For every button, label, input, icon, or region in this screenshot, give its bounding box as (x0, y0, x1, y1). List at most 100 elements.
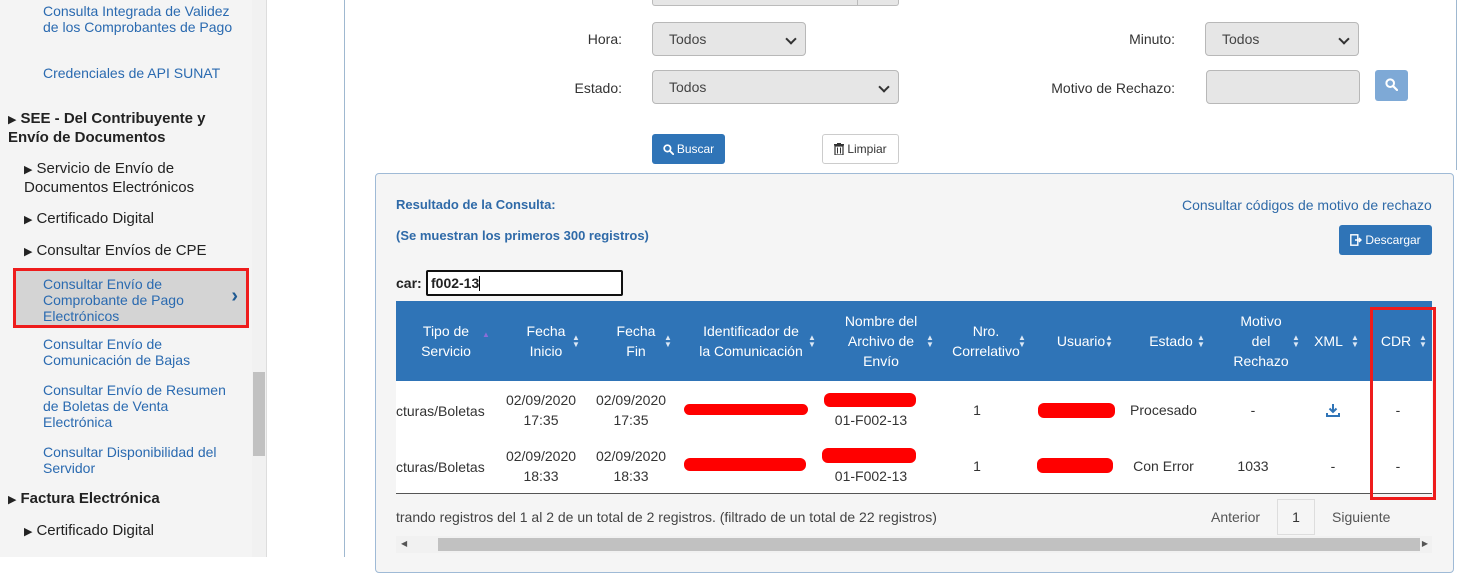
chevron-right-icon: › (231, 285, 238, 307)
sort-icon: ▲ ▼ (1197, 333, 1205, 349)
caret-right-icon: ▶ (24, 214, 33, 226)
caret-right-icon: ▶ (24, 164, 33, 176)
minuto-label: Minuto: (1129, 31, 1175, 47)
column-header-label: Motivo del Rechazo (1233, 313, 1289, 369)
cell-fecha-inicio: 02/09/2020 17:35 (496, 390, 586, 430)
results-subtitle: (Se muestran los primeros 300 registros) (396, 228, 649, 243)
table-body: cturas/Boletas 02/09/2020 17:35 02/09/20… (396, 381, 1432, 494)
cell-xml: - (1330, 458, 1336, 474)
sort-icon: ▲ ▼ (572, 333, 580, 349)
sidebar-scrollbar[interactable] (252, 0, 267, 557)
buscar-button[interactable]: Buscar (652, 134, 725, 164)
table-header: Tipo de Servicio ▲ Fecha Inicio ▲ ▼ Fecha… (396, 301, 1432, 381)
column-header-motivo[interactable]: Motivo del Rechazo ▲ ▼ (1221, 301, 1301, 381)
cell-fecha-inicio: 02/09/2020 18:33 (496, 446, 586, 486)
search-icon (663, 144, 674, 156)
sort-icon: ▲ ▼ (1292, 333, 1300, 349)
sidebar-item-certificado[interactable]: ▶ Certificado Digital (24, 210, 244, 229)
limpiar-button[interactable]: Limpiar (822, 134, 899, 164)
column-header-identificador[interactable]: Identificador de la Comunicación ▲ ▼ (686, 301, 816, 381)
motivo-search-button[interactable] (1375, 70, 1408, 101)
cell-tipo: cturas/Boletas (396, 403, 485, 419)
column-header-label: Identificador de la Comunicación (699, 323, 803, 359)
sidebar-section-factura[interactable]: ▶ Factura Electrónica (8, 490, 223, 509)
redacted-usuario (1037, 458, 1113, 473)
column-header-label: Fecha Inicio (526, 323, 566, 359)
column-header-correlativo[interactable]: Nro. Correlativo ▲ ▼ (941, 301, 1031, 381)
limpiar-button-label: Limpiar (847, 142, 887, 156)
redacted-usuario (1038, 403, 1115, 418)
codes-link[interactable]: Consultar códigos de motivo de rechazo (1182, 197, 1432, 213)
column-header-estado[interactable]: Estado ▲ ▼ (1131, 301, 1211, 381)
cell-motivo: - (1250, 402, 1256, 418)
column-header-usuario[interactable]: Usuario ▲ ▼ (1041, 301, 1121, 381)
sidebar-link-validez[interactable]: Consulta Integrada de Validez de los Com… (43, 3, 233, 35)
table-info: trando registros del 1 al 2 de un total … (396, 509, 937, 525)
table-search-value: f002-13 (431, 275, 480, 291)
sidebar-scrollbar-thumb[interactable] (253, 372, 265, 456)
cell-fecha-fin: 02/09/2020 18:33 (586, 446, 676, 486)
sidebar-link-credenciales[interactable]: Credenciales de API SUNAT (43, 65, 233, 81)
cell-estado: Con Error (1133, 458, 1194, 474)
caret-right-icon: ▶ (24, 526, 33, 538)
scroll-left-icon[interactable]: ◀ (401, 539, 407, 548)
descargar-button[interactable]: Descargar (1339, 225, 1432, 255)
panel-border-right (1456, 0, 1457, 170)
scroll-right-icon[interactable]: ▶ (1422, 539, 1428, 548)
cdr-column-highlight (1370, 307, 1436, 500)
column-header-fecha-fin[interactable]: Fecha Fin ▲ ▼ (596, 301, 676, 381)
motivo-rechazo-input[interactable] (1206, 70, 1360, 104)
caret-right-icon: ▶ (8, 494, 17, 506)
sidebar-section-factura-label: Factura Electrónica (20, 490, 160, 507)
cell-time: 18:33 (613, 468, 649, 484)
column-header-label: Fecha Fin (616, 323, 656, 359)
cell-date: 02/09/2020 (505, 448, 577, 464)
download-icon (1326, 404, 1340, 417)
sidebar-item-consultar-envios-label: Consultar Envíos de CPE (36, 242, 207, 259)
hora-label: Hora: (587, 31, 622, 47)
column-header-fecha-inicio[interactable]: Fecha Inicio ▲ ▼ (506, 301, 586, 381)
pager-next[interactable]: Siguiente (1332, 509, 1390, 525)
cell-time: 17:35 (523, 412, 559, 428)
sort-icon: ▲ ▼ (664, 333, 672, 349)
column-header-label: Tipo de Servicio (421, 323, 471, 359)
column-header-xml[interactable]: XML ▲ ▼ (1306, 301, 1361, 381)
sidebar-item-active[interactable]: Consultar Envío de Comprobante de Pago E… (13, 268, 249, 328)
minuto-select[interactable]: Todos (1205, 22, 1359, 56)
cell-correlativo: 1 (973, 458, 981, 474)
column-header-label: Nro. Correlativo (952, 323, 1020, 359)
pager-page[interactable]: 1 (1277, 499, 1315, 535)
column-header-archivo[interactable]: Nombre del Archivo de Envío ▲ ▼ (826, 301, 936, 381)
cell-date: 02/09/2020 (595, 392, 667, 408)
estado-select[interactable]: Todos (652, 70, 899, 104)
redacted-archivo-prefix (822, 448, 916, 463)
sidebar-section-see[interactable]: ▶ SEE - Del Contribuyente y Envío de Docu… (8, 110, 223, 147)
previous-select-bottom[interactable] (652, 0, 899, 6)
column-header-label: Nombre del Archivo de Envío (844, 313, 918, 369)
pager-previous[interactable]: Anterior (1211, 509, 1260, 525)
sidebar-item-active-label: Consultar Envío de Comprobante de Pago E… (43, 276, 184, 324)
hora-select-value: Todos (669, 31, 707, 47)
cell-date: 02/09/2020 (505, 392, 577, 408)
hora-select[interactable]: Todos (652, 22, 806, 56)
sidebar-link-bajas[interactable]: Consultar Envío de Comunicación de Bajas (43, 336, 233, 368)
xml-download-icon[interactable] (1324, 401, 1342, 419)
cell-correlativo: 1 (973, 402, 981, 418)
sort-asc-icon: ▲ (482, 330, 490, 339)
sidebar-item-certificado-2[interactable]: ▶ Certificado Digital (24, 522, 244, 541)
table-search-label: car: (396, 275, 422, 291)
sidebar-item-servicio[interactable]: ▶ Servicio de Envío de Documentos Electró… (24, 160, 244, 197)
table-hscrollbar-thumb[interactable] (438, 538, 1420, 551)
cell-tipo: cturas/Boletas (396, 459, 485, 475)
column-header-label: Usuario (1056, 333, 1106, 349)
column-header-tipo[interactable]: Tipo de Servicio ▲ (396, 301, 496, 381)
sidebar-item-consultar-envios[interactable]: ▶ Consultar Envíos de CPE (24, 242, 244, 261)
sidebar-link-resumen[interactable]: Consultar Envío de Resumen de Boletas de… (43, 382, 233, 430)
sidebar: Consulta Integrada de Validez de los Com… (0, 0, 252, 557)
sidebar-link-disponibilidad[interactable]: Consultar Disponibilidad del Servidor (43, 444, 233, 476)
motivo-rechazo-label: Motivo de Rechazo: (1051, 80, 1175, 96)
redacted-identificador (684, 458, 806, 471)
cell-time: 18:33 (523, 468, 559, 484)
table-search-input[interactable]: f002-13 (426, 270, 623, 296)
table-hscrollbar[interactable]: ◀ ▶ (396, 536, 1432, 553)
